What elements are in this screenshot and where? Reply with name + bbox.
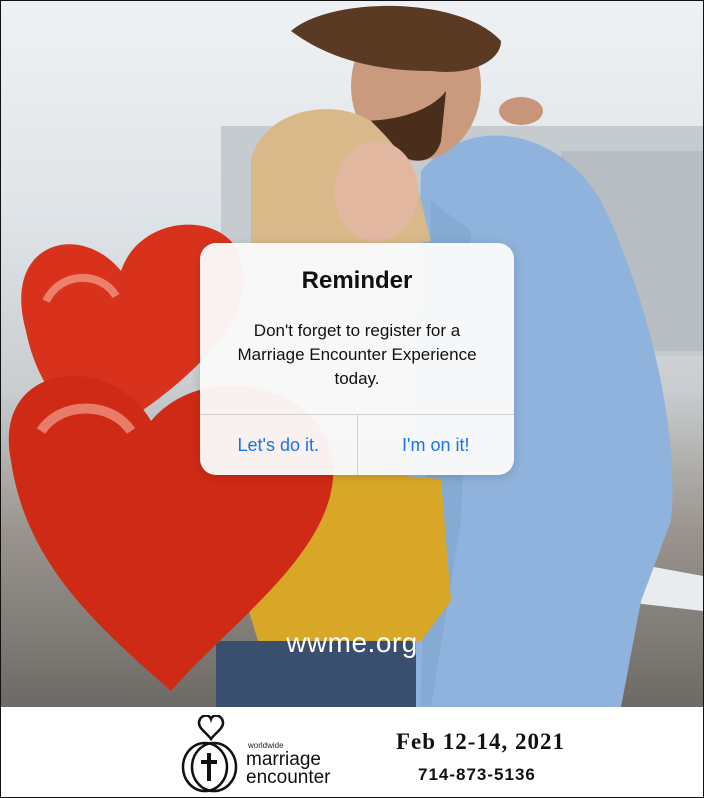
reminder-alert: Reminder Don't forget to register for a … bbox=[200, 243, 514, 475]
footer: worldwide marriage encounter Feb 12-14, … bbox=[1, 707, 703, 797]
alert-message: Don't forget to register for a Marriage … bbox=[237, 321, 477, 388]
lets-do-it-button[interactable]: Let's do it. bbox=[200, 415, 357, 475]
couple-photo: Reminder Don't forget to register for a … bbox=[1, 1, 703, 707]
event-dates: Feb 12-14, 2021 bbox=[396, 729, 565, 754]
logo-line-2: encounter bbox=[246, 767, 331, 788]
cross-icon bbox=[201, 753, 217, 781]
alert-title: Reminder bbox=[301, 267, 413, 294]
ad-frame: Reminder Don't forget to register for a … bbox=[0, 0, 704, 798]
phone-number[interactable]: 714-873-5136 bbox=[418, 765, 536, 785]
website-url[interactable]: wwme.org bbox=[1, 627, 703, 659]
im-on-it-button[interactable]: I'm on it! bbox=[356, 415, 515, 475]
alert-actions: Let's do it. I'm on it! bbox=[200, 414, 514, 475]
heart-icon bbox=[197, 715, 225, 742]
